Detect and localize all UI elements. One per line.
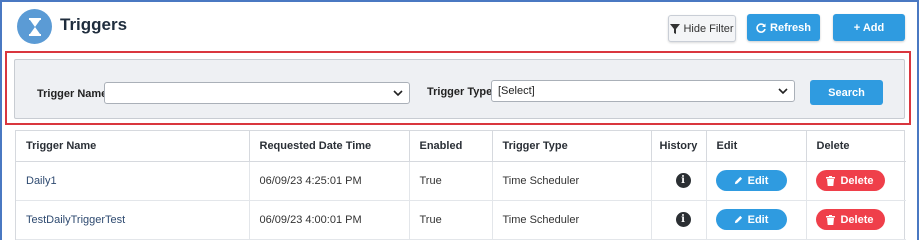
history-cell: i xyxy=(651,200,707,240)
filter-icon xyxy=(670,23,681,34)
delete-cell: Delete xyxy=(806,200,906,240)
trigger-name-select[interactable] xyxy=(104,82,410,104)
edit-label: Edit xyxy=(747,174,769,187)
trigger-type-value: [Select] xyxy=(498,85,535,97)
chevron-down-icon xyxy=(393,90,403,97)
trigger-type-label: Trigger Type: xyxy=(427,86,496,98)
trigger-type-select[interactable]: [Select] xyxy=(491,80,795,102)
column-header: Enabled xyxy=(409,131,493,162)
delete-button[interactable]: Delete xyxy=(815,209,885,230)
delete-cell: Delete xyxy=(806,161,906,201)
delete-label: Delete xyxy=(840,174,874,187)
column-header: Edit xyxy=(706,131,807,162)
requested-date-cell: 06/09/23 4:00:01 PM xyxy=(249,200,410,240)
edit-cell: Edit xyxy=(706,161,807,201)
info-icon[interactable]: i xyxy=(675,173,691,188)
table-row: Daily1 06/09/23 4:25:01 PM True Time Sch… xyxy=(16,161,906,201)
trigger-name-cell[interactable]: Daily1 xyxy=(16,161,250,201)
enabled-cell: True xyxy=(409,161,493,201)
column-header: Trigger Type xyxy=(492,131,652,162)
add-button[interactable]: + Add xyxy=(833,14,905,41)
history-cell: i xyxy=(651,161,707,201)
column-header: Requested Date Time xyxy=(249,131,410,162)
trigger-type-cell: Time Scheduler xyxy=(492,161,652,201)
page-title: Triggers xyxy=(60,15,128,34)
pencil-icon xyxy=(734,176,742,185)
table-row: TestDailyTriggerTest 06/09/23 4:00:01 PM… xyxy=(16,200,906,240)
enabled-cell: True xyxy=(409,200,493,240)
refresh-icon xyxy=(756,22,766,33)
triggers-table: Trigger Name Requested Date Time Enabled… xyxy=(15,130,906,240)
edit-button[interactable]: Edit xyxy=(715,209,787,230)
refresh-label: Refresh xyxy=(770,21,811,34)
trigger-name-label: Trigger Name : xyxy=(37,88,115,100)
pencil-icon xyxy=(734,215,742,224)
delete-button[interactable]: Delete xyxy=(815,170,885,191)
column-header: Trigger Name xyxy=(16,131,250,162)
trash-icon xyxy=(826,175,836,186)
hide-filter-label: Hide Filter xyxy=(683,22,734,35)
column-header: History xyxy=(651,131,707,162)
refresh-button[interactable]: Refresh xyxy=(747,14,820,41)
delete-label: Delete xyxy=(840,213,874,226)
requested-date-cell: 06/09/23 4:25:01 PM xyxy=(249,161,410,201)
edit-cell: Edit xyxy=(706,200,807,240)
trash-icon xyxy=(826,214,836,225)
trigger-name-cell[interactable]: TestDailyTriggerTest xyxy=(16,200,250,240)
column-header: Delete xyxy=(806,131,906,162)
info-icon[interactable]: i xyxy=(675,212,691,227)
edit-button[interactable]: Edit xyxy=(715,170,787,191)
edit-label: Edit xyxy=(747,213,769,226)
hourglass-icon xyxy=(17,9,52,44)
chevron-down-icon xyxy=(778,88,788,95)
trigger-type-cell: Time Scheduler xyxy=(492,200,652,240)
search-button[interactable]: Search xyxy=(810,80,883,105)
table-header-row: Trigger Name Requested Date Time Enabled… xyxy=(16,131,906,162)
hide-filter-button[interactable]: Hide Filter xyxy=(668,15,736,42)
